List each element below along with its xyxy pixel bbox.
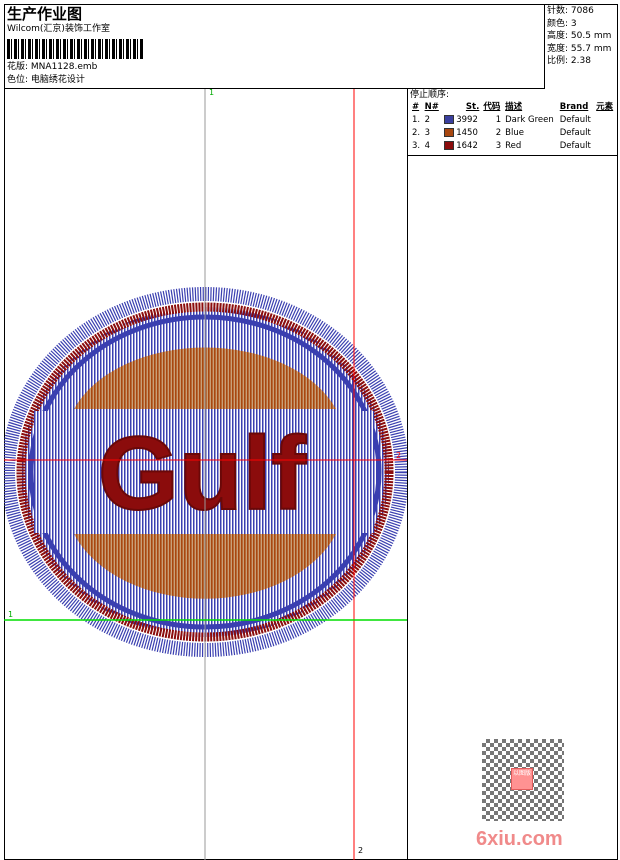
company-name: Wilcom(汇京)装饰工作室 — [7, 24, 110, 34]
color-value: 电脑绣花设计 — [30, 75, 85, 85]
table-row: 2. 3 1450 2 Blue Default — [412, 128, 591, 138]
col-stitches: St. — [465, 102, 480, 112]
guide-label-bottom: 2 — [358, 846, 364, 855]
stats-panel: 针数: 7086 颜色: 3 高度: 50.5 mm 宽度: 55.7 mm 比… — [545, 4, 618, 89]
col-brand: Brand — [559, 102, 589, 112]
stat-height: 高度: 50.5 mm — [547, 31, 612, 41]
col-index: # — [412, 102, 420, 112]
page-title: 生产作业图 — [7, 5, 83, 23]
stop-sequence-panel: 停止顺序: # N# St. 代码 描述 Brand 元素 1. 2 3992 1 D… — [408, 89, 618, 156]
watermark-logo: 6xiu.com — [476, 828, 563, 850]
design-file: MNA1128.emb — [30, 62, 98, 72]
barcode — [7, 39, 143, 59]
stat-width: 宽度: 55.7 mm — [547, 43, 612, 54]
header: 生产作业图 Wilcom(汇京)装饰工作室 花版: MNA1128.emb 色位… — [4, 4, 545, 89]
col-description: 描述 — [505, 102, 523, 112]
guide-label-top: 1 — [209, 89, 215, 97]
col-element: 元素 — [596, 102, 614, 112]
design-file-row: 花版: MNA1128.emb — [7, 61, 541, 74]
color-swatch — [443, 128, 454, 137]
stat-scale: 比例: 2.38 — [547, 56, 591, 66]
guide-label-right: 2 — [396, 451, 402, 460]
design-label: 花版: — [7, 62, 29, 72]
color-label: 色位: — [7, 75, 29, 85]
guide-label-left: 1 — [8, 610, 14, 619]
color-row: 色位: 电脑绣花设计 — [7, 74, 541, 87]
table-row: 1. 2 3992 1 Dark Green Default — [412, 115, 591, 125]
color-swatch — [443, 115, 454, 124]
gulf-text: Gulf — [98, 416, 306, 532]
color-swatch — [443, 141, 454, 150]
qr-code: 以图版 — [482, 739, 564, 821]
stat-stitches: 针数: 7086 — [547, 6, 594, 16]
table-row: 3. 4 1642 3 Red Default — [412, 141, 591, 151]
col-needle: N# — [424, 102, 439, 112]
color-sequence-table: # N# St. 代码 描述 Brand 元素 1. 2 3992 1 Dark Gr… — [410, 101, 616, 153]
stop-sequence-title: 停止顺序: — [410, 90, 450, 100]
stat-colors: 颜色: 3 — [547, 18, 577, 29]
watermark-stamp: 以图版 — [511, 768, 533, 790]
design-preview: Gulf 1 2 1 2 — [4, 89, 408, 860]
col-code: 代码 — [483, 102, 501, 112]
